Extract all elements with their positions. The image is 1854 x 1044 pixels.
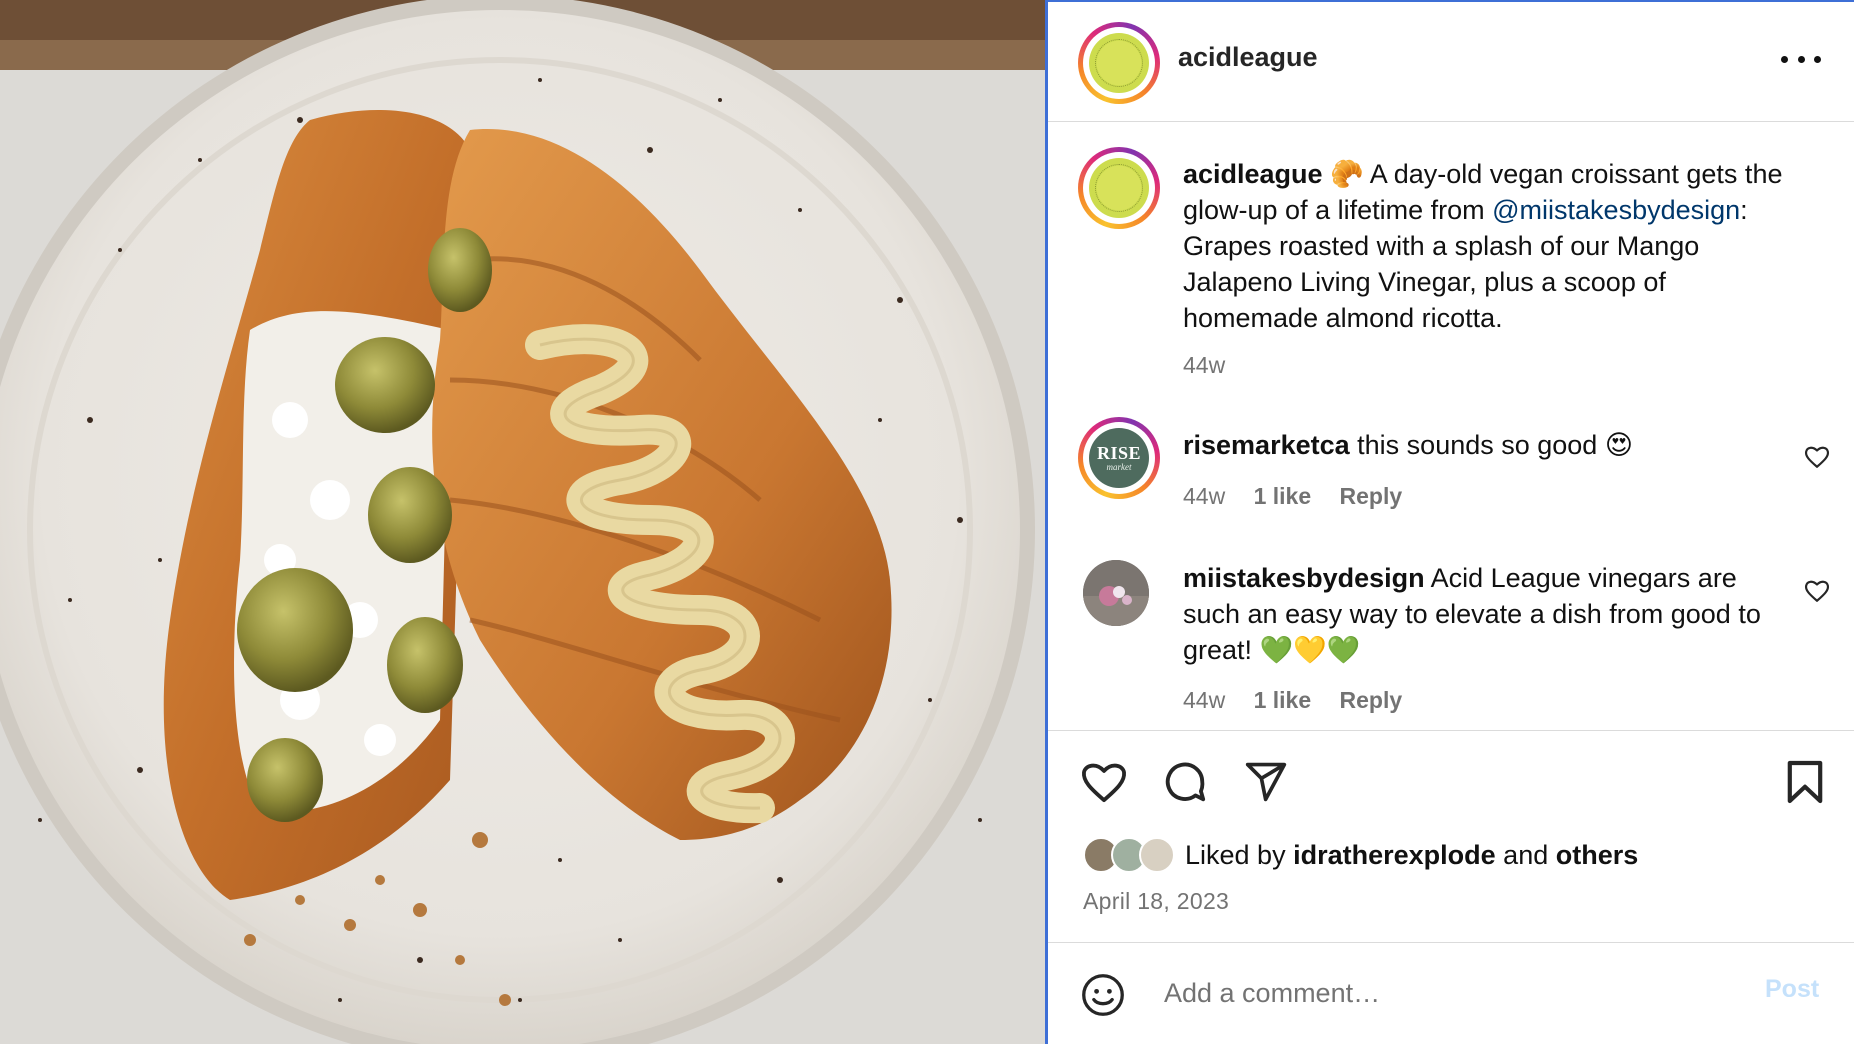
comment-username[interactable]: risemarketca	[1183, 430, 1350, 460]
comment-like-heart-icon[interactable]	[1804, 579, 1830, 603]
comment-item: miistakesbydesign Acid League vinegars a…	[1183, 560, 1783, 668]
post-header: acidleague	[1048, 2, 1854, 122]
caption-username[interactable]: acidleague	[1183, 159, 1323, 189]
bookmark-icon[interactable]	[1786, 759, 1824, 805]
comment-text: this sounds so good	[1357, 430, 1598, 460]
hearts-emoji: 💚💛💚	[1259, 635, 1361, 665]
caption-avatar[interactable]	[1078, 147, 1160, 229]
comment-like-count[interactable]: 1 like	[1254, 483, 1312, 509]
post-caption: acidleague 🥐 A day-old vegan croissant g…	[1183, 156, 1783, 336]
croissant-photo	[0, 0, 1045, 1044]
comment-item: risemarketca this sounds so good 😍	[1183, 427, 1783, 463]
rise-logo-subtext: market	[1106, 462, 1132, 472]
heart-eyes-emoji: 😍	[1604, 430, 1633, 460]
rise-logo-text: RISE	[1096, 443, 1142, 463]
smiley-icon[interactable]	[1081, 973, 1125, 1017]
comment-input[interactable]	[1164, 973, 1724, 1013]
comment-reply-button[interactable]: Reply	[1340, 687, 1403, 713]
header-username[interactable]: acidleague	[1178, 42, 1318, 73]
croissant-emoji: 🥐	[1330, 159, 1364, 189]
post-date[interactable]: April 18, 2023	[1083, 888, 1229, 915]
liker-avatar[interactable]	[1139, 837, 1175, 873]
paper-plane-icon[interactable]	[1244, 761, 1288, 803]
comment-username[interactable]: miistakesbydesign	[1183, 563, 1425, 593]
post-photo[interactable]	[0, 0, 1045, 1044]
heart-icon[interactable]	[1081, 761, 1127, 803]
miistakesbydesign-avatar[interactable]	[1083, 560, 1149, 626]
liked-by-user-link[interactable]: idratherexplode	[1293, 840, 1496, 870]
avatar-photo	[1083, 560, 1149, 626]
comment-bubble-icon[interactable]	[1162, 759, 1208, 805]
risemarketca-avatar[interactable]: RISE market	[1078, 417, 1160, 499]
comment-age[interactable]: 44w	[1183, 687, 1225, 713]
more-horizontal-icon[interactable]	[1781, 44, 1821, 74]
liked-by-text: Liked by idratherexplode and others	[1185, 840, 1638, 871]
comment-meta: 44w 1 like Reply	[1183, 687, 1402, 714]
acidleague-avatar[interactable]	[1078, 22, 1160, 104]
liked-by: Liked by idratherexplode and others	[1083, 837, 1638, 873]
comment-like-heart-icon[interactable]	[1804, 445, 1830, 469]
post-detail-panel: acidleague acidleague 🥐 A day-old vegan …	[1045, 0, 1854, 1044]
comment-composer: Post	[1048, 942, 1854, 1044]
liked-by-conj: and	[1503, 839, 1549, 870]
caption-mention-link[interactable]: @miistakesbydesign	[1492, 195, 1740, 225]
comment-reply-button[interactable]: Reply	[1340, 483, 1403, 509]
liked-by-prefix: Liked by	[1185, 839, 1286, 870]
liked-by-others-link[interactable]: others	[1556, 840, 1639, 870]
comment-age[interactable]: 44w	[1183, 483, 1225, 509]
comment-like-count[interactable]: 1 like	[1254, 687, 1312, 713]
caption-age[interactable]: 44w	[1183, 352, 1225, 379]
post-actions: Liked by idratherexplode and others Apri…	[1048, 730, 1854, 942]
comment-meta: 44w 1 like Reply	[1183, 483, 1402, 510]
post-comment-button[interactable]: Post	[1765, 975, 1819, 1004]
